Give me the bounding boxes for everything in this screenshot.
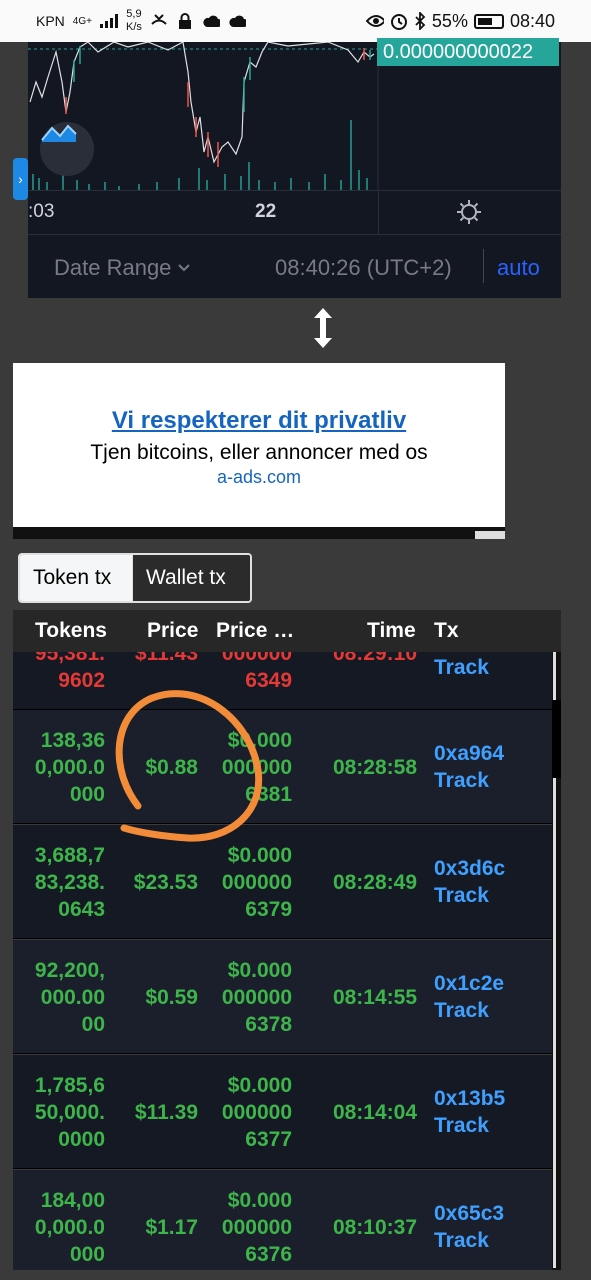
alarm-icon — [390, 12, 408, 30]
tx-hash-link[interactable]: 0x65c3 — [434, 1200, 504, 1227]
track-link[interactable]: Track — [434, 654, 489, 681]
table-scrollbar-edge — [553, 778, 556, 1268]
price-native-cell: $0.000 000000 6379 — [221, 844, 292, 921]
tx-cell: 0x13b5 Track — [434, 1085, 505, 1139]
time-cell: 08:14:04 — [332, 1101, 417, 1124]
date-range-label: Date Range — [54, 255, 172, 280]
toolbar-divider — [483, 249, 484, 283]
column-header-time[interactable]: Time — [367, 619, 416, 643]
axis-tick-label: 22 — [255, 201, 277, 222]
time-cell: 08:29:10 — [332, 652, 417, 665]
table-scrollbar-thumb[interactable] — [552, 700, 561, 778]
tx-cell: 0x1c2e Track — [434, 970, 504, 1024]
column-header-price-native[interactable]: Price … — [216, 619, 294, 643]
chevron-down-icon — [178, 264, 191, 272]
ad-subtitle: Tjen bitcoins, eller annoncer med os — [90, 441, 428, 464]
price-cell: $11.39 — [134, 1101, 198, 1124]
price-cell: $1.17 — [145, 1216, 198, 1239]
tx-hash-link[interactable]: 0x13b5 — [434, 1085, 505, 1112]
battery-icon — [473, 13, 504, 29]
tx-tabs: Token tx Wallet tx — [18, 553, 252, 603]
tokens-cell: 1,785,6 50,000. 0000 — [34, 1074, 105, 1151]
drawer-toggle-button[interactable]: › — [13, 158, 28, 200]
date-range-dropdown[interactable]: Date Range — [54, 255, 191, 281]
lock-icon — [176, 12, 194, 30]
table-scrollbar-edge — [553, 652, 556, 700]
tab-token-tx[interactable]: Token tx — [20, 555, 132, 601]
resize-vertical-icon[interactable] — [310, 306, 336, 350]
battery-percent: 55% — [431, 10, 468, 31]
column-header-tx[interactable]: Tx — [434, 619, 459, 643]
tokens-cell: 184,00 0,000.0 000 — [34, 1189, 105, 1266]
tx-hash-link[interactable]: 0xa964 — [434, 740, 504, 767]
table-header: Tokens Price Price … Time Tx — [13, 610, 561, 652]
bluetooth-icon — [414, 12, 426, 30]
carrier-label: KPN — [36, 13, 65, 29]
axis-tick-label: :03 — [28, 201, 55, 222]
signal-icon — [99, 14, 118, 28]
tx-cell: 0xa964 Track — [434, 740, 504, 794]
axis-divider — [378, 191, 379, 235]
current-price-label: 0.000000000022 — [377, 38, 559, 66]
missed-call-icon — [150, 12, 168, 30]
chart-clock[interactable]: 08:40:26 (UTC+2) — [275, 255, 452, 281]
price-cell: $0.59 — [145, 986, 198, 1009]
price-cell: $11.43 — [134, 652, 198, 665]
network-speed: 5,9 K/s — [125, 8, 142, 33]
cloud-icon — [228, 12, 246, 30]
tokens-cell: 138,36 0,000.0 000 — [34, 729, 105, 806]
column-header-tokens[interactable]: Tokens — [35, 619, 107, 643]
track-link[interactable]: Track — [434, 1112, 505, 1139]
tx-cell: Track — [434, 654, 489, 681]
table-row[interactable]: 92,200, 000.00 00 $0.59 $0.000 000000 6378 0… — [13, 940, 561, 1054]
time-cell: 08:28:49 — [332, 871, 417, 894]
column-header-price[interactable]: Price — [147, 619, 198, 643]
tx-hash-link[interactable]: 0x1c2e — [434, 970, 504, 997]
tradingview-logo[interactable] — [40, 122, 94, 176]
tokens-cell: 3,688,7 83,238. 0643 — [34, 844, 105, 921]
price-native-cell: $0.000 000000 6376 — [221, 1189, 292, 1266]
ad-scrollbar-thumb[interactable] — [475, 531, 505, 539]
track-link[interactable]: Track — [434, 767, 504, 794]
transactions-table: 95,381. 9602 $11.43 000000 6349 08:29:10 T… — [13, 652, 561, 1270]
track-link[interactable]: Track — [434, 997, 504, 1024]
ad-scrollbar — [13, 527, 505, 539]
tx-cell: 0x65c3 Track — [434, 1200, 504, 1254]
time-axis: :03 22 — [28, 190, 561, 235]
auto-scale-button[interactable]: auto — [497, 255, 540, 281]
track-link[interactable]: Track — [434, 1227, 504, 1254]
tab-wallet-tx[interactable]: Wallet tx — [132, 555, 250, 601]
table-row[interactable]: 1,785,6 50,000. 0000 $11.39 $0.000 000000 63… — [13, 1055, 561, 1169]
table-row[interactable]: 138,36 0,000.0 000 $0.88 $0.000 000000 6381 … — [13, 710, 561, 824]
price-native-cell: $0.000 000000 6378 — [221, 959, 292, 1036]
settings-icon[interactable] — [456, 199, 482, 225]
tokens-cell: 92,200, 000.00 00 — [34, 959, 105, 1036]
eye-icon — [365, 12, 384, 30]
clock-time: 08:40 — [509, 10, 555, 31]
price-cell: $0.88 — [145, 756, 198, 779]
price-native-cell: $0.000 000000 6381 — [221, 729, 292, 806]
ad-domain-link[interactable]: a-ads.com — [13, 467, 505, 488]
time-cell: 08:28:58 — [332, 756, 417, 779]
track-link[interactable]: Track — [434, 882, 505, 909]
ad-banner[interactable]: Vi respekterer dit privatliv Tjen bitcoi… — [13, 363, 505, 527]
logo-icon — [41, 124, 77, 142]
table-row[interactable]: 184,00 0,000.0 000 $1.17 $0.000 000000 6376 … — [13, 1170, 561, 1270]
chevron-right-icon: › — [18, 171, 23, 187]
tokens-cell: 95,381. 9602 — [34, 652, 105, 692]
price-cell: $23.53 — [133, 871, 198, 894]
time-cell: 08:10:37 — [332, 1216, 417, 1239]
ad-title-link[interactable]: Vi respekterer dit privatliv — [13, 407, 505, 435]
price-native-cell: 000000 6349 — [221, 652, 292, 692]
time-cell: 08:14:55 — [332, 986, 417, 1009]
table-row[interactable]: 3,688,7 83,238. 0643 $23.53 $0.000 000000 63… — [13, 825, 561, 939]
cloud-icon — [202, 12, 220, 30]
tx-cell: 0x3d6c Track — [434, 855, 505, 909]
tx-hash-link[interactable]: 0x3d6c — [434, 855, 505, 882]
status-bar: KPN 4G+ 5,9 K/s 55% 08:40 — [0, 0, 591, 42]
table-row[interactable]: 95,381. 9602 $11.43 000000 6349 08:29:10 T… — [13, 652, 561, 710]
chart-toolbar: Date Range 08:40:26 (UTC+2) auto — [28, 234, 561, 298]
network-type: 4G+ — [72, 15, 92, 27]
price-native-cell: $0.000 000000 6377 — [221, 1074, 292, 1151]
